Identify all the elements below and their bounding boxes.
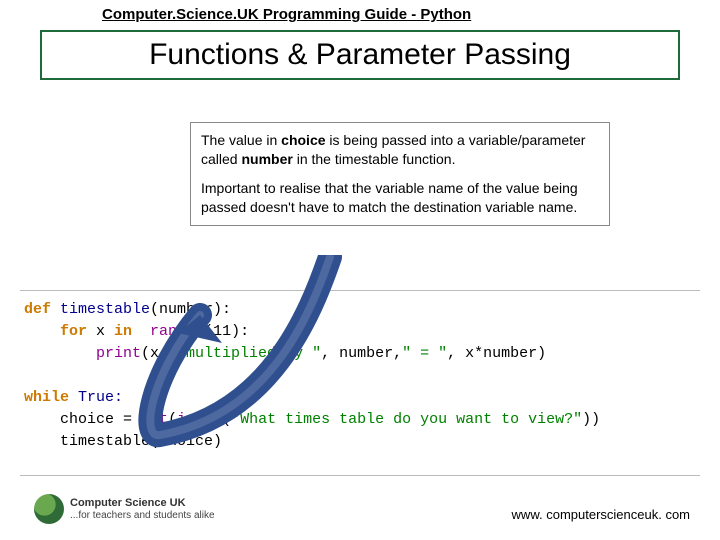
code-text: timestable(choice) <box>24 433 222 450</box>
code-text: (x, <box>141 345 177 362</box>
callout-text: The value in <box>201 132 281 148</box>
code-text: ( <box>222 411 231 428</box>
code-text: = <box>123 411 141 428</box>
code-num: 11 <box>213 323 231 340</box>
code-builtin: input <box>177 411 222 428</box>
code-kw: def <box>24 301 60 318</box>
logo-text: Computer Science UK ...for teachers and … <box>70 497 215 520</box>
code-text: )) <box>582 411 600 428</box>
code-builtin: range <box>141 323 204 340</box>
header-title: Computer.Science.UK Programming Guide - … <box>102 6 471 23</box>
callout-bold-number: number <box>241 151 292 167</box>
code-str: "multiplied by " <box>177 345 321 362</box>
callout-box: The value in choice is being passed into… <box>190 122 610 226</box>
code-kw: in <box>114 323 141 340</box>
code-block: def timestable(number): for x in range (… <box>20 290 700 476</box>
callout-p2: Important to realise that the variable n… <box>201 179 599 217</box>
code-builtin: int <box>141 411 168 428</box>
footer-url: www. computerscienceuk. com <box>512 507 690 522</box>
callout-p1: The value in choice is being passed into… <box>201 131 599 169</box>
brand-line-1: Computer Science UK <box>70 497 215 509</box>
code-text: , x*number) <box>447 345 546 362</box>
page-header: Computer.Science.UK Programming Guide - … <box>102 6 471 23</box>
code-builtin: print <box>24 345 141 362</box>
code-str: "What times table do you want to view?" <box>231 411 582 428</box>
code-kw: for <box>24 323 96 340</box>
code-text: (number): <box>150 301 231 318</box>
code-text: True: <box>78 389 123 406</box>
callout-text: in the timestable function. <box>293 151 456 167</box>
code-text: x <box>96 323 114 340</box>
brand-line-2: ...for teachers and students alike <box>70 510 215 521</box>
code-fn-name: timestable <box>60 301 150 318</box>
footer-logo: Computer Science UK ...for teachers and … <box>34 494 215 524</box>
code-text: ): <box>231 323 249 340</box>
code-kw: while <box>24 389 78 406</box>
code-str: " = " <box>402 345 447 362</box>
callout-bold-choice: choice <box>281 132 325 148</box>
logo-icon <box>34 494 64 524</box>
title-box: Functions & Parameter Passing <box>40 30 680 80</box>
main-heading: Functions & Parameter Passing <box>149 38 571 71</box>
code-text: ( <box>204 323 213 340</box>
code-text: ( <box>168 411 177 428</box>
code-text: , number, <box>321 345 402 362</box>
code-text: choice <box>24 411 123 428</box>
